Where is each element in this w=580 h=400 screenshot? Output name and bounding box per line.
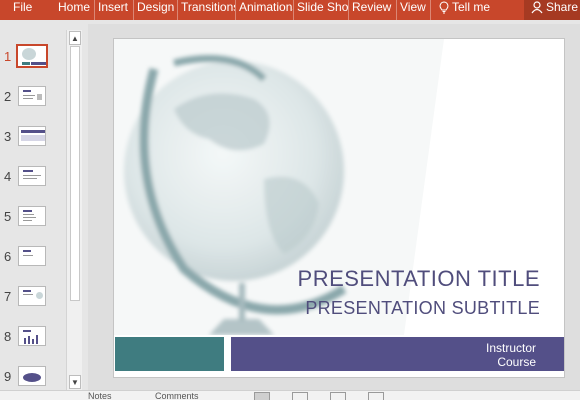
thumbnail-slide-2[interactable]: 2 [0, 86, 66, 112]
lightbulb-icon [439, 1, 449, 14]
tell-me-label: Tell me [452, 0, 491, 14]
tab-view[interactable]: View [397, 0, 431, 20]
tab-review[interactable]: Review [349, 0, 397, 20]
tab-slide-show[interactable]: Slide Show [294, 0, 349, 20]
thumbnail-slide-6[interactable]: 6 [0, 246, 66, 272]
thumbnail-slide-7[interactable]: 7 [0, 286, 66, 312]
instructor-label: Instructor [485, 341, 536, 355]
slide-thumbnail[interactable] [18, 246, 46, 266]
scroll-down-icon[interactable]: ▼ [69, 375, 81, 389]
slide-thumbnail[interactable] [18, 366, 46, 386]
slideshow-view-icon[interactable] [368, 392, 384, 400]
ribbon-tab-bar: File Home Insert Design Transitions Anim… [0, 0, 580, 20]
slide-canvas[interactable]: PRESENTATION TITLE PRESENTATION SUBTITLE… [113, 38, 565, 378]
scroll-up-icon[interactable]: ▲ [69, 31, 81, 45]
slide-thumbnail[interactable] [18, 86, 46, 106]
thumbnail-slide-9[interactable]: 9 [0, 366, 66, 392]
slide-number: 1 [4, 49, 12, 64]
comments-button[interactable]: Comments [155, 392, 199, 400]
course-label: Course [497, 355, 536, 369]
status-bar: Notes Comments [0, 390, 580, 400]
slide-thumbnail[interactable] [18, 326, 46, 346]
teal-band [115, 337, 224, 371]
slide-number: 5 [4, 209, 12, 224]
slide-sorter-icon[interactable] [292, 392, 308, 400]
share-button[interactable]: Share [524, 0, 580, 20]
slide-number: 3 [4, 129, 12, 144]
thumbnail-scrollbar[interactable]: ▲ ▼ [66, 30, 82, 390]
tell-me-search[interactable]: Tell me [431, 0, 511, 20]
slide-thumbnail[interactable] [18, 126, 46, 146]
instructor-course-text[interactable]: Instructor Course [486, 341, 536, 369]
thumbnail-slide-1[interactable]: 1 [0, 44, 66, 72]
slide-thumbnail[interactable] [16, 44, 48, 68]
tab-design[interactable]: Design [134, 0, 178, 20]
slide-title[interactable]: PRESENTATION TITLE [298, 266, 540, 292]
tab-home[interactable]: Home [52, 0, 95, 20]
tab-file[interactable]: File [0, 0, 52, 20]
notes-button[interactable]: Notes [88, 392, 112, 400]
scrollbar-thumb[interactable] [70, 46, 80, 301]
person-icon [531, 1, 543, 14]
slide-thumbnail-pane: 1 2 3 4 5 6 7 8 9 [0, 30, 66, 388]
slide-number: 6 [4, 249, 12, 264]
thumbnail-slide-8[interactable]: 8 [0, 326, 66, 352]
tab-transitions[interactable]: Transitions [178, 0, 236, 20]
slide-thumbnail[interactable] [18, 206, 46, 226]
slide-number: 4 [4, 169, 12, 184]
reading-view-icon[interactable] [330, 392, 346, 400]
normal-view-icon[interactable] [254, 392, 270, 400]
slide-number: 8 [4, 329, 12, 344]
slide-thumbnail[interactable] [18, 166, 46, 186]
thumbnail-slide-4[interactable]: 4 [0, 166, 66, 192]
share-label: Share [546, 0, 579, 14]
thumbnail-slide-3[interactable]: 3 [0, 126, 66, 152]
slide-thumbnail[interactable] [18, 286, 46, 306]
tab-insert[interactable]: Insert [95, 0, 134, 20]
slide-number: 2 [4, 89, 12, 104]
thumbnail-slide-5[interactable]: 5 [0, 206, 66, 232]
tab-animations[interactable]: Animations [236, 0, 294, 20]
slide-number: 7 [4, 289, 12, 304]
slide-number: 9 [4, 369, 12, 384]
slide-subtitle[interactable]: PRESENTATION SUBTITLE [305, 298, 540, 319]
